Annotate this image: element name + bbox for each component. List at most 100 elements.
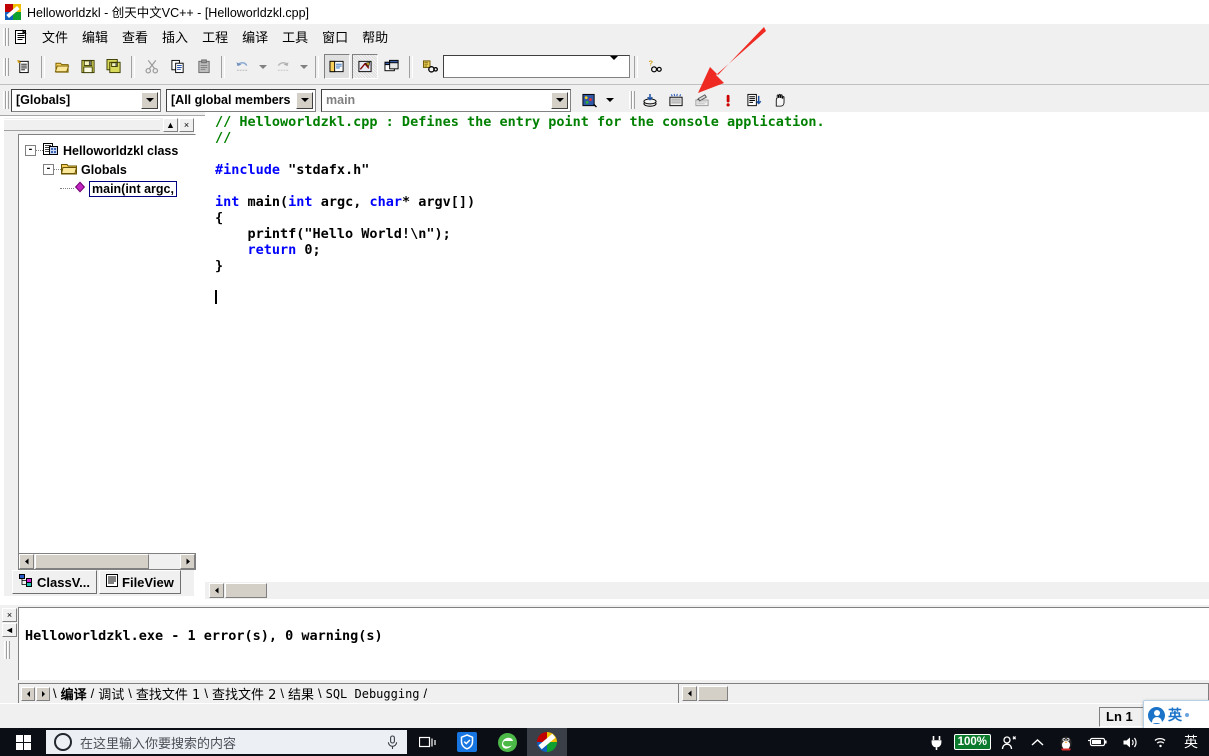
wifi-icon[interactable]: [1146, 728, 1177, 756]
output-tab-results[interactable]: 结果: [284, 684, 318, 703]
menu-item-tools[interactable]: 工具: [275, 24, 315, 49]
build-toolbar-gripper[interactable]: [627, 90, 635, 110]
save-icon[interactable]: [76, 55, 100, 78]
members-selector-arrow[interactable]: [296, 91, 313, 109]
output-text-area[interactable]: Helloworldzkl.exe - 1 error(s), 0 warnin…: [18, 607, 1209, 680]
members-selector[interactable]: [All global members: [166, 88, 316, 112]
qq-penguin-icon[interactable]: [1051, 728, 1081, 756]
class-selector-arrow[interactable]: [141, 91, 158, 109]
workspace-minimize-button[interactable]: ▲: [163, 118, 178, 132]
code-editor[interactable]: // Helloworldzkl.cpp : Defines the entry…: [205, 112, 1209, 582]
standard-toolbar-gripper[interactable]: [1, 57, 9, 77]
tray-ime-label[interactable]: 英: [1177, 728, 1205, 756]
workspace-panel-gripper[interactable]: [4, 119, 160, 131]
tree-item-globals[interactable]: - Globals: [19, 160, 195, 179]
tab-classview[interactable]: ClassV...: [12, 570, 98, 594]
menu-item-view[interactable]: 查看: [115, 24, 155, 49]
battery-icon[interactable]: [1081, 728, 1115, 756]
find-input[interactable]: [446, 57, 610, 76]
menu-item-project[interactable]: 工程: [195, 24, 235, 49]
output-scroll-left-button[interactable]: [682, 686, 697, 701]
tree-item-main-function[interactable]: main(int argc,: [19, 179, 195, 198]
output-tab-prev-button[interactable]: [21, 686, 35, 701]
save-all-icon[interactable]: [102, 55, 126, 78]
window-list-icon[interactable]: [380, 55, 404, 78]
output-scroll-thumb[interactable]: [698, 686, 728, 701]
output-tab-build[interactable]: 编译: [57, 684, 91, 703]
find-combo[interactable]: [443, 55, 630, 78]
output-tab-debug[interactable]: 调试: [94, 684, 128, 703]
workspace-icon[interactable]: [324, 54, 350, 79]
output-tab-next-button[interactable]: [36, 686, 50, 701]
tab-fileview[interactable]: FileView: [99, 570, 181, 594]
find-combo-arrow[interactable]: [610, 55, 618, 74]
undo-icon[interactable]: [230, 55, 254, 78]
taskbar-app-browser[interactable]: [487, 728, 527, 756]
output-window-icon[interactable]: [352, 54, 378, 79]
copy-icon[interactable]: [166, 55, 190, 78]
menu-item-window[interactable]: 窗口: [315, 24, 355, 49]
taskbar-app-security[interactable]: [447, 728, 487, 756]
insert-breakpoint-icon[interactable]: [768, 89, 792, 112]
help-find-icon[interactable]: ?: [643, 55, 667, 78]
wizardbar-dropdown-icon[interactable]: [603, 89, 616, 112]
stop-build-icon[interactable]: [690, 89, 714, 112]
fileview-icon: [106, 574, 119, 590]
execute-program-icon[interactable]: [716, 89, 740, 112]
code-text[interactable]: // Helloworldzkl.cpp : Defines the entry…: [215, 114, 825, 306]
power-plug-icon[interactable]: [922, 728, 951, 756]
new-document-icon[interactable]: [12, 55, 36, 78]
output-tab-find-in-files-1[interactable]: 查找文件 1: [132, 684, 204, 703]
build-icon[interactable]: [664, 89, 688, 112]
output-tab-sql-debugging[interactable]: SQL Debugging: [322, 687, 424, 701]
redo-dropdown-icon[interactable]: [297, 55, 310, 78]
menu-item-build[interactable]: 编译: [235, 24, 275, 49]
editor-scroll-thumb[interactable]: [225, 583, 267, 598]
go-debug-icon[interactable]: [742, 89, 766, 112]
ime-indicator-popup[interactable]: 英: [1143, 700, 1209, 730]
class-view-tree[interactable]: - Helloworldzkl class - Globals main(int…: [18, 134, 196, 554]
wizardbar-icon[interactable]: [577, 89, 601, 112]
menu-item-help[interactable]: 帮助: [355, 24, 395, 49]
taskbar-app-vcpp[interactable]: [527, 728, 567, 756]
menu-item-file[interactable]: 文件: [35, 24, 75, 49]
task-view-icon[interactable]: [407, 728, 447, 756]
tree-item-project[interactable]: - Helloworldzkl class: [19, 141, 195, 160]
open-folder-icon[interactable]: [50, 55, 74, 78]
undo-dropdown-icon[interactable]: [256, 55, 269, 78]
workspace-close-button[interactable]: ×: [179, 118, 194, 132]
output-hscrollbar[interactable]: [678, 683, 1209, 704]
wizardbar-gripper[interactable]: [1, 90, 9, 110]
windows-start-icon[interactable]: [0, 728, 46, 756]
menu-item-edit[interactable]: 编辑: [75, 24, 115, 49]
scroll-right-button[interactable]: [180, 554, 195, 569]
find-in-files-icon[interactable]: [418, 55, 442, 78]
function-selector-arrow[interactable]: [551, 91, 568, 109]
function-selector[interactable]: main: [321, 88, 571, 112]
output-close-button[interactable]: ×: [2, 608, 17, 622]
compile-icon[interactable]: [638, 89, 662, 112]
editor-hscrollbar[interactable]: [205, 581, 1209, 599]
volume-icon[interactable]: [1115, 728, 1146, 756]
scroll-thumb[interactable]: [35, 554, 149, 569]
battery-percent-badge[interactable]: 100%: [951, 728, 994, 756]
redo-icon[interactable]: [271, 55, 295, 78]
output-tab-find-in-files-2[interactable]: 查找文件 2: [208, 684, 280, 703]
class-selector[interactable]: [Globals]: [11, 88, 161, 112]
people-icon[interactable]: [994, 728, 1024, 756]
ime-mode-label[interactable]: 英: [1168, 705, 1182, 725]
scroll-left-button[interactable]: [19, 554, 34, 569]
taskbar-search-box[interactable]: 在这里输入你要搜索的内容: [46, 730, 407, 754]
editor-scroll-left-button[interactable]: [209, 583, 224, 598]
microphone-icon[interactable]: [386, 734, 399, 750]
menu-item-insert[interactable]: 插入: [155, 24, 195, 49]
paste-icon[interactable]: [192, 55, 216, 78]
chevron-up-icon[interactable]: [1024, 728, 1051, 756]
expander-icon[interactable]: -: [25, 145, 36, 156]
class-view-hscrollbar[interactable]: [18, 553, 196, 570]
output-pane-gripper[interactable]: [2, 640, 10, 680]
expander-icon[interactable]: -: [43, 164, 54, 175]
menubar-gripper[interactable]: [1, 27, 9, 47]
output-scroll-button[interactable]: ◄: [2, 623, 17, 637]
cut-icon[interactable]: [140, 55, 164, 78]
